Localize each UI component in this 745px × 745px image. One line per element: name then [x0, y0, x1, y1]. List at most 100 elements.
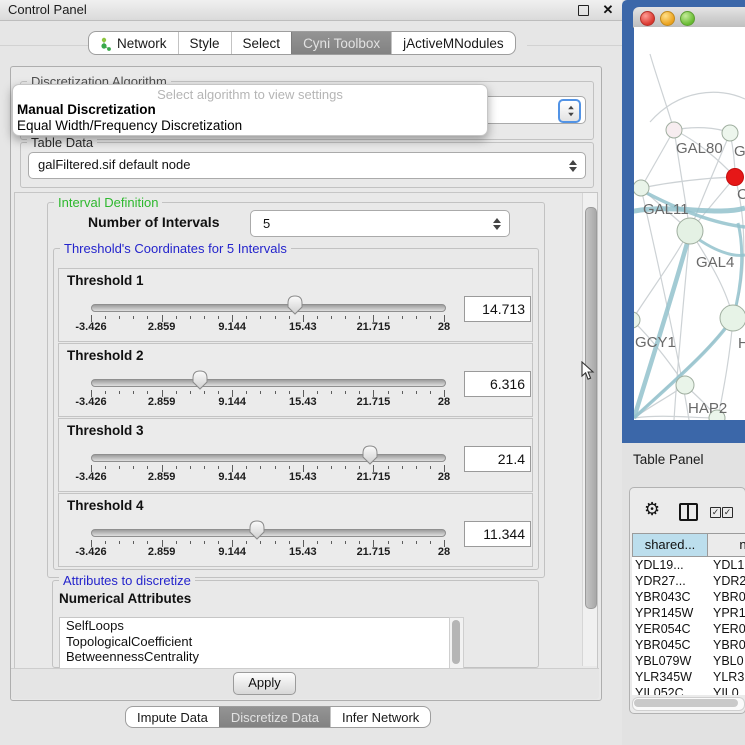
tick-label: 15.43 [273, 396, 333, 408]
algorithm-dropdown-popup: Select algorithm to view settings Manual… [12, 84, 488, 136]
minimize-traffic-light-icon[interactable] [660, 11, 675, 26]
slider-track[interactable] [91, 529, 446, 537]
slider-track[interactable] [91, 454, 446, 462]
network-node[interactable] [720, 305, 745, 331]
tab-discretize-data[interactable]: Discretize Data [219, 707, 330, 727]
vertical-scrollbar[interactable] [582, 193, 597, 666]
slider-thumb[interactable] [249, 520, 265, 540]
scrollbar-thumb[interactable] [585, 207, 597, 609]
table-row[interactable]: YBR043CYBR0 [632, 589, 745, 605]
network-edge[interactable] [641, 177, 735, 188]
network-node[interactable] [666, 122, 682, 138]
apply-button[interactable]: Apply [233, 672, 296, 695]
tick-label: -3.426 [61, 546, 121, 558]
spinner-arrows-icon[interactable] [493, 218, 501, 230]
attribute-list-item[interactable]: TopologicalCoefficient [60, 634, 450, 650]
slider-thumb[interactable] [287, 295, 303, 315]
group-title: Table Data [27, 135, 97, 150]
tick-label: 28 [414, 321, 474, 333]
horizontal-scrollbar[interactable] [632, 697, 745, 711]
threshold-value-field[interactable]: 14.713 [464, 296, 531, 322]
network-node[interactable] [634, 180, 649, 196]
column-header-shared-name[interactable]: shared... [632, 533, 708, 557]
cell-name: YBL0 [708, 653, 744, 669]
table-row[interactable]: YPR145WYPR1 [632, 605, 745, 621]
attribute-list-item[interactable]: SelfLoops [60, 618, 450, 634]
table-row[interactable]: YIL052CYIL0 [632, 685, 745, 695]
cell-name: YBR0 [708, 637, 745, 653]
table-row[interactable]: YDL19...YDL1 [632, 557, 745, 573]
table-row[interactable]: YDR27...YDR2 [632, 573, 745, 589]
network-node[interactable] [727, 169, 744, 186]
network-node[interactable] [722, 125, 738, 141]
network-window-titlebar[interactable] [633, 7, 745, 28]
cell-name: YER0 [708, 621, 745, 637]
numerical-attributes-list[interactable]: SelfLoopsTopologicalCoefficientBetweenne… [59, 617, 451, 669]
group-title: Attributes to discretize [59, 573, 195, 588]
table-body[interactable]: YDL19...YDL1YDR27...YDR2YBR043CYBR0YPR14… [632, 557, 745, 695]
scrollbar-thumb[interactable] [634, 699, 738, 707]
tab-select[interactable]: Select [231, 32, 292, 54]
slider-thumb[interactable] [192, 370, 208, 390]
list-scrollbar[interactable] [449, 617, 464, 669]
table-row[interactable]: YBL079WYBL0 [632, 653, 745, 669]
checkbox-icon[interactable]: ✓ [710, 507, 721, 518]
tab-infer-network[interactable]: Infer Network [330, 707, 430, 727]
tick-label: 28 [414, 546, 474, 558]
network-edge[interactable] [641, 130, 674, 188]
tab-network[interactable]: Network [89, 32, 178, 54]
tick-label: 9.144 [202, 546, 262, 558]
spinner-arrows-icon[interactable] [569, 160, 577, 172]
tab-impute-data[interactable]: Impute Data [126, 707, 219, 727]
table-row[interactable]: YBR045CYBR0 [632, 637, 745, 653]
bottom-tab-bar: Impute DataDiscretize Data Infer Network [125, 706, 431, 728]
popup-item-manual-discretization[interactable]: Manual Discretization [17, 102, 156, 117]
network-node[interactable] [634, 312, 640, 328]
scrollbar-thumb[interactable] [452, 620, 460, 664]
tick-label: 9.144 [202, 471, 262, 483]
float-window-icon[interactable] [578, 5, 589, 16]
checkbox-icon[interactable]: ✓ [722, 507, 733, 518]
threshold-value-field[interactable]: 6.316 [464, 371, 531, 397]
slider-track[interactable] [91, 379, 446, 387]
threshold-panel-2: Threshold 2-3.4262.8599.14415.4321.71528… [58, 343, 533, 417]
threshold-value-field[interactable]: 21.4 [464, 446, 531, 472]
close-traffic-light-icon[interactable] [640, 11, 655, 26]
gear-icon[interactable]: ⚙ [644, 499, 660, 520]
slider-thumb[interactable] [362, 445, 378, 465]
tick-label: 21.715 [343, 396, 403, 408]
number-of-intervals-combobox[interactable]: 5 [250, 210, 510, 237]
attributes-group: Attributes to discretize Numerical Attri… [52, 580, 539, 668]
tick-label: 28 [414, 396, 474, 408]
network-edge[interactable] [650, 92, 745, 122]
popup-item-equal-width[interactable]: Equal Width/Frequency Discretization [17, 118, 242, 133]
table-row[interactable]: YER054CYER0 [632, 621, 745, 637]
column-header-name[interactable]: n [707, 533, 745, 557]
tab-jactivemnodules[interactable]: jActiveMNodules [391, 32, 515, 54]
network-icon [100, 36, 112, 51]
network-edge[interactable] [690, 231, 733, 318]
threshold-value-field[interactable]: 11.344 [464, 521, 531, 547]
slider-track[interactable] [91, 304, 446, 312]
attribute-list-item[interactable]: BetweennessCentrality [60, 649, 450, 665]
tab-label: Infer Network [342, 710, 419, 725]
tab-style[interactable]: Style [178, 32, 231, 54]
network-node-label: GCY1 [635, 334, 676, 351]
table-row[interactable]: YLR345WYLR3 [632, 669, 745, 685]
network-canvas[interactable]: GAL80GACGAL11GAL4GCY1HHAP2 [634, 27, 745, 420]
combobox-arrow-button[interactable] [558, 99, 581, 123]
divider [0, 45, 88, 46]
split-columns-icon[interactable] [679, 503, 698, 521]
network-node[interactable] [677, 218, 703, 244]
tick-label: 2.859 [132, 471, 192, 483]
network-node[interactable] [676, 376, 694, 394]
tab-cyni-toolbox[interactable]: Cyni Toolbox [291, 32, 391, 54]
cell-name: YBR0 [708, 589, 745, 605]
threshold-label: Threshold 4 [67, 498, 144, 513]
table-data-combobox[interactable]: galFiltered.sif default node [28, 152, 586, 179]
divider [527, 45, 622, 46]
zoom-traffic-light-icon[interactable] [680, 11, 695, 26]
tick-label: 28 [414, 471, 474, 483]
tick-label: 2.859 [132, 546, 192, 558]
close-icon[interactable]: ✕ [600, 0, 616, 20]
